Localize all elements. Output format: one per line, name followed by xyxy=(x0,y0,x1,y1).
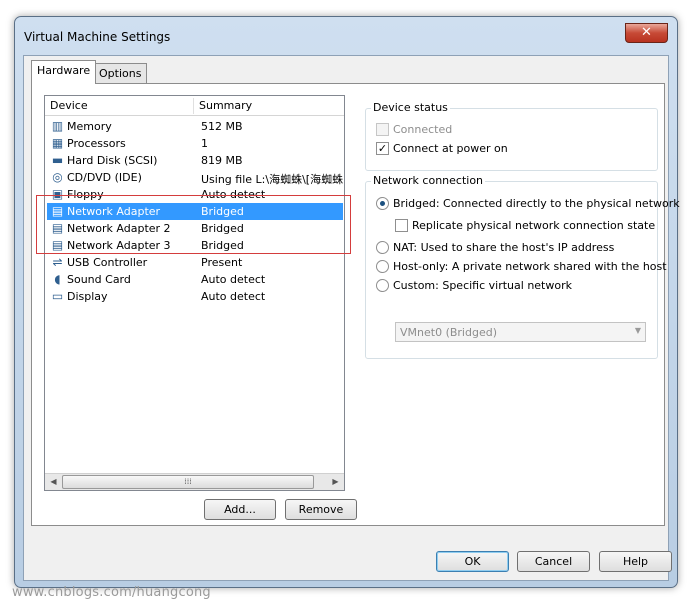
network-adapter-icon: ▤ xyxy=(51,221,64,235)
device-name: CD/DVD (IDE) xyxy=(67,171,142,184)
host-only-label[interactable]: Host-only: A private network shared with… xyxy=(393,260,667,273)
tab-options[interactable]: Options xyxy=(93,63,148,84)
device-name: Network Adapter xyxy=(67,205,161,218)
device-status-group: Device status Connected ✓ Connect at pow… xyxy=(365,101,658,171)
help-button[interactable]: Help xyxy=(599,551,672,572)
network-connection-group: Network connection Bridged: Connected di… xyxy=(365,174,680,359)
display-icon: ▭ xyxy=(51,289,64,303)
usb-icon: ⇌ xyxy=(52,255,63,269)
nat-label[interactable]: NAT: Used to share the host's IP address xyxy=(393,241,614,254)
device-row[interactable]: ▦ Processors 1 xyxy=(47,135,343,152)
device-name: USB Controller xyxy=(67,256,148,269)
device-summary: Auto detect xyxy=(201,273,266,286)
host-only-radio[interactable] xyxy=(376,260,389,273)
tab-hardware[interactable]: Hardware xyxy=(31,60,97,84)
custom-radio[interactable] xyxy=(376,279,389,292)
device-row[interactable]: ◎ CD/DVD (IDE) Using file L:\海蜘蛛\[海蜘蛛. xyxy=(47,169,343,186)
cancel-button[interactable]: Cancel xyxy=(517,551,590,572)
watermark: www.cnblogs.com/huangcong xyxy=(12,585,211,600)
device-summary: Using file L:\海蜘蛛\[海蜘蛛. xyxy=(201,173,343,186)
device-row[interactable]: ⇌ USB Controller Present xyxy=(47,254,343,271)
connected-checkbox xyxy=(376,123,389,136)
device-row[interactable]: ▤ Network Adapter 3 Bridged xyxy=(47,237,343,254)
bridged-label[interactable]: Bridged: Connected directly to the physi… xyxy=(393,197,680,210)
device-name: Sound Card xyxy=(67,273,131,286)
processor-icon: ▦ xyxy=(51,136,64,150)
custom-label[interactable]: Custom: Specific virtual network xyxy=(393,279,572,292)
device-status-label: Device status xyxy=(371,101,450,114)
device-name: Memory xyxy=(67,120,112,133)
connect-at-power-on-label[interactable]: Connect at power on xyxy=(393,142,508,155)
scroll-thumb[interactable]: ⁞⁞⁞ xyxy=(62,475,314,489)
network-connection-label: Network connection xyxy=(371,174,486,187)
chevron-down-icon: ▼ xyxy=(634,326,641,335)
scroll-left-arrow-icon[interactable]: ◀ xyxy=(46,475,61,489)
device-summary: Auto detect xyxy=(201,290,266,303)
replicate-label[interactable]: Replicate physical network connection st… xyxy=(412,219,655,232)
window-title: Virtual Machine Settings xyxy=(24,30,171,44)
horizontal-scrollbar[interactable]: ◀ ⁞⁞⁞ ▶ xyxy=(45,473,344,490)
device-row[interactable]: ▬ Hard Disk (SCSI) 819 MB xyxy=(47,152,343,169)
cd-dvd-icon: ◎ xyxy=(52,170,63,184)
vmnet-select-value: VMnet0 (Bridged) xyxy=(400,326,497,339)
device-summary: Present xyxy=(201,256,243,269)
device-row[interactable]: ◖ Sound Card Auto detect xyxy=(47,271,343,288)
device-summary: Auto detect xyxy=(201,188,266,201)
memory-icon: ▥ xyxy=(51,119,64,133)
device-summary: Bridged xyxy=(201,239,244,252)
connect-at-power-on-checkbox[interactable]: ✓ xyxy=(376,142,389,155)
column-separator[interactable] xyxy=(193,98,194,114)
device-row[interactable]: ▥ Memory 512 MB xyxy=(47,118,343,135)
floppy-icon: ▣ xyxy=(51,187,64,201)
hardware-panel: Device Summary ▥ Memory 512 MB ▦ Processors 1… xyxy=(31,83,680,526)
add-button[interactable]: Add... xyxy=(204,499,276,520)
device-name: Display xyxy=(67,290,108,303)
device-summary: 512 MB xyxy=(201,120,243,133)
virtual-machine-settings-window: Virtual Machine Settings ✕ Hardware Opti… xyxy=(14,16,680,588)
replicate-checkbox[interactable] xyxy=(395,219,408,232)
device-name: Hard Disk (SCSI) xyxy=(67,154,158,167)
sound-card-icon: ◖ xyxy=(54,272,61,286)
column-header-device[interactable]: Device xyxy=(50,99,88,112)
network-adapter-icon: ▤ xyxy=(51,238,64,252)
device-list-header: Device Summary xyxy=(45,96,344,116)
connected-label: Connected xyxy=(393,123,453,136)
device-summary: 1 xyxy=(201,137,208,150)
device-list[interactable]: Device Summary ▥ Memory 512 MB ▦ Processors 1… xyxy=(44,95,345,491)
device-name: Network Adapter 3 xyxy=(67,239,171,252)
device-name: Network Adapter 2 xyxy=(67,222,171,235)
scroll-right-arrow-icon[interactable]: ▶ xyxy=(328,475,343,489)
device-name: Floppy xyxy=(67,188,104,201)
column-header-summary[interactable]: Summary xyxy=(199,99,252,112)
device-row[interactable]: ▤ Network Adapter Bridged xyxy=(47,203,343,220)
device-summary: Bridged xyxy=(201,205,244,218)
ok-button[interactable]: OK xyxy=(436,551,509,572)
remove-button[interactable]: Remove xyxy=(285,499,357,520)
device-row[interactable]: ▤ Network Adapter 2 Bridged xyxy=(47,220,343,237)
device-row[interactable]: ▣ Floppy Auto detect xyxy=(47,186,343,203)
network-adapter-icon: ▤ xyxy=(51,204,64,218)
dialog-client: Hardware Options Device Summary ▥ Memory 5… xyxy=(23,55,680,581)
vmnet-select: VMnet0 (Bridged) ▼ xyxy=(395,322,646,342)
device-summary: Bridged xyxy=(201,222,244,235)
device-summary: 819 MB xyxy=(201,154,243,167)
device-row[interactable]: ▭ Display Auto detect xyxy=(47,288,343,305)
close-button[interactable]: ✕ xyxy=(625,23,668,43)
bridged-radio[interactable] xyxy=(376,197,389,210)
nat-radio[interactable] xyxy=(376,241,389,254)
hard-disk-icon: ▬ xyxy=(51,153,64,167)
device-name: Processors xyxy=(67,137,126,150)
